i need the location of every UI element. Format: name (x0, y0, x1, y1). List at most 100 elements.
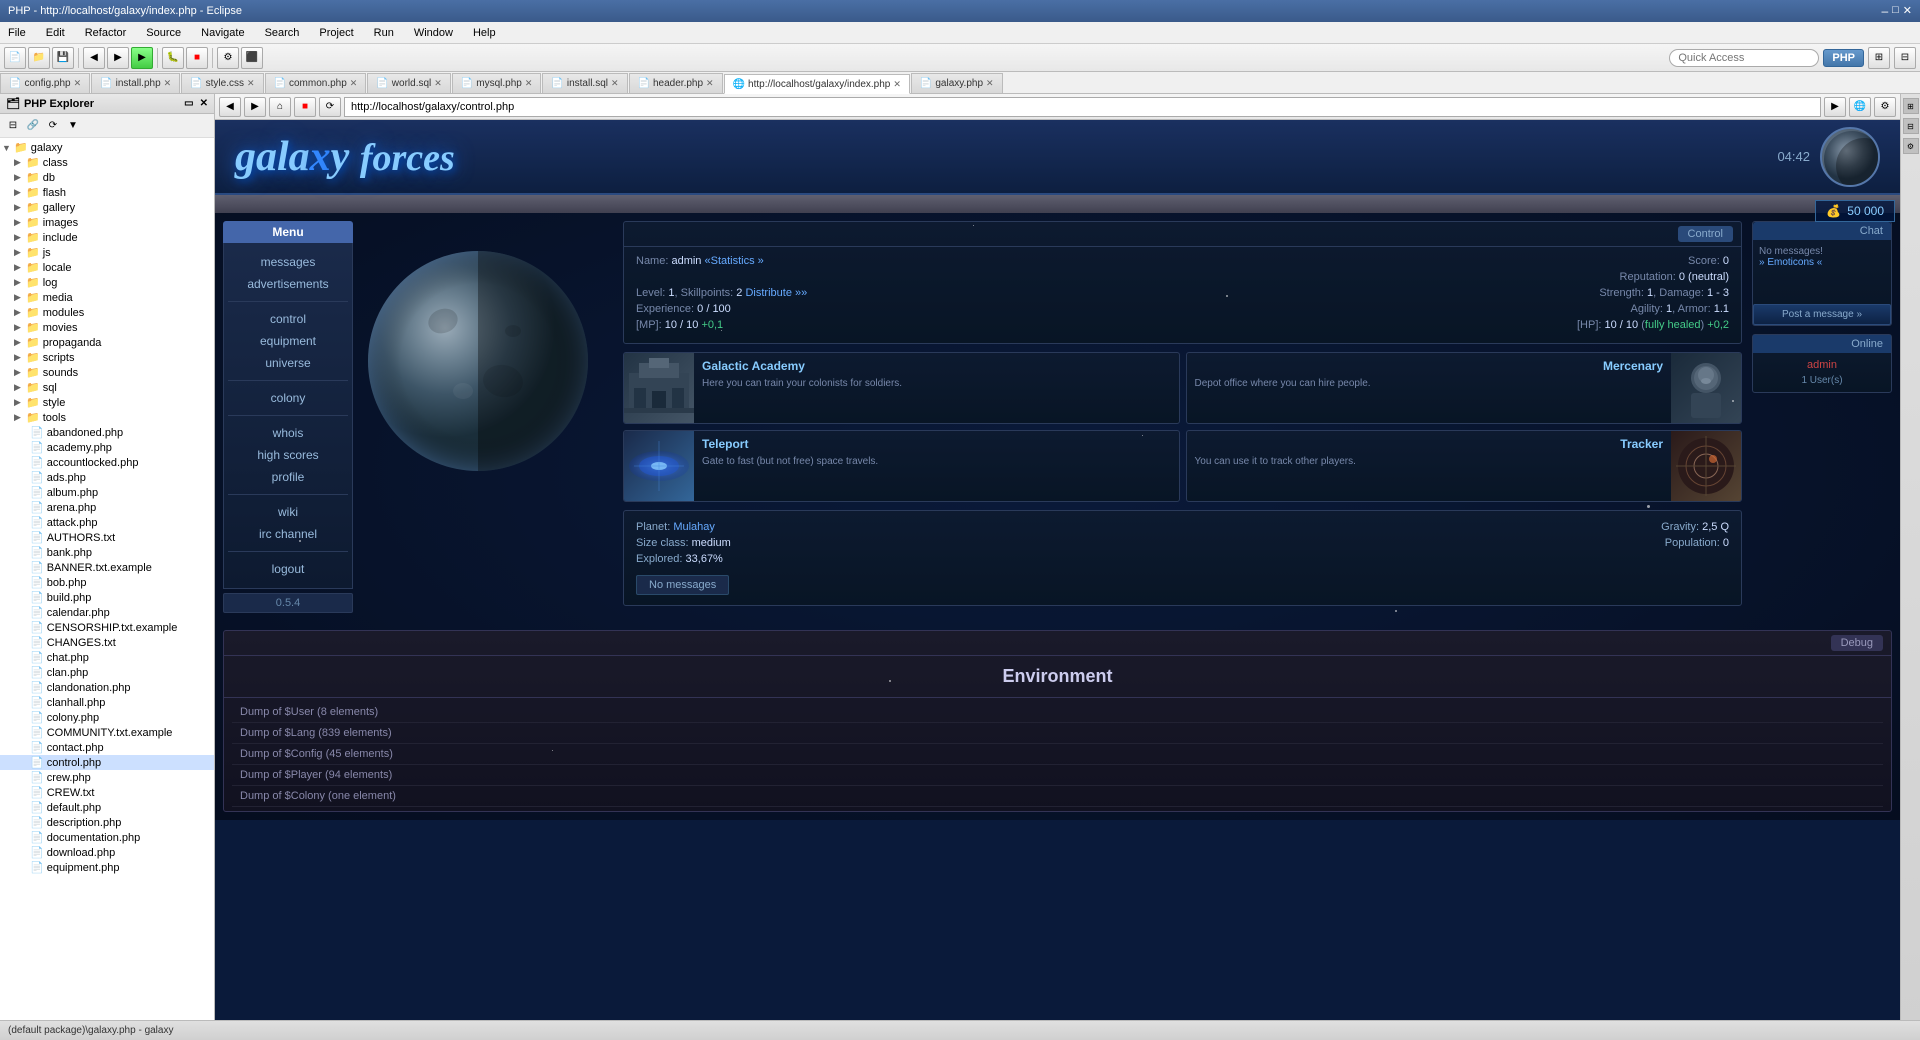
close-btn[interactable]: ✕ (1903, 4, 1912, 18)
tab-world-close[interactable]: ✕ (434, 78, 442, 89)
browser-back-btn[interactable]: ◀ (219, 97, 241, 117)
tree-file-download[interactable]: 📄 download.php (0, 845, 214, 860)
stop-btn[interactable]: ■ (186, 47, 208, 69)
menu-high-scores[interactable]: high scores (228, 444, 348, 466)
tree-file-accountlocked[interactable]: 📄 accountlocked.php (0, 455, 214, 470)
menu-project[interactable]: Project (315, 25, 357, 41)
menu-colony[interactable]: colony (228, 387, 348, 409)
post-message-btn[interactable]: Post a message » (1753, 304, 1891, 325)
tree-file-documentation[interactable]: 📄 documentation.php (0, 830, 214, 845)
tree-file-academy[interactable]: 📄 academy.php (0, 440, 214, 455)
tab-style-close[interactable]: ✕ (247, 78, 255, 89)
menu-window[interactable]: Window (410, 25, 457, 41)
minimize-btn[interactable]: – (1881, 4, 1888, 18)
menu-search[interactable]: Search (261, 25, 304, 41)
tree-folder-sql[interactable]: ▶ 📁 sql (0, 380, 214, 395)
tab-common-php[interactable]: 📄 common.php ✕ (265, 73, 367, 93)
module-card-teleport[interactable]: Teleport Gate to fast (but not free) spa… (623, 430, 1180, 502)
tab-galaxy-close[interactable]: ✕ (986, 78, 994, 89)
browser-open-btn[interactable]: 🌐 (1849, 97, 1871, 117)
quick-access-input[interactable] (1669, 49, 1819, 67)
distribute-link[interactable]: Distribute »» (745, 287, 807, 299)
tab-mysql-php[interactable]: 📄 mysql.php ✕ (452, 73, 542, 93)
minimize-panel-btn[interactable]: ▭ (184, 98, 193, 109)
right-bar-btn-2[interactable]: ⊟ (1903, 118, 1919, 134)
tab-config-close[interactable]: ✕ (74, 78, 82, 89)
open-btn[interactable]: 📁 (28, 47, 50, 69)
tree-file-abandoned[interactable]: 📄 abandoned.php (0, 425, 214, 440)
tree-file-attack[interactable]: 📄 attack.php (0, 515, 214, 530)
tab-index-close[interactable]: ✕ (893, 79, 901, 90)
tab-header-php[interactable]: 📄 header.php ✕ (629, 73, 723, 93)
menu-edit[interactable]: Edit (42, 25, 69, 41)
tree-file-community[interactable]: 📄 COMMUNITY.txt.example (0, 725, 214, 740)
tree-folder-movies[interactable]: ▶ 📁 movies (0, 320, 214, 335)
tool1-btn[interactable]: ⚙ (217, 47, 239, 69)
perspective-btn[interactable]: ⊞ (1868, 47, 1890, 69)
menu-refactor[interactable]: Refactor (81, 25, 131, 41)
tool2-btn[interactable]: ⬛ (241, 47, 263, 69)
right-bar-btn-3[interactable]: ⚙ (1903, 138, 1919, 154)
tree-file-default[interactable]: 📄 default.php (0, 800, 214, 815)
browser-stop-btn[interactable]: ■ (294, 97, 316, 117)
tab-header-close[interactable]: ✕ (706, 78, 714, 89)
tree-root-galaxy[interactable]: ▼ 📁 galaxy (0, 140, 214, 155)
chat-emoticons-link[interactable]: » Emoticons « (1759, 257, 1885, 268)
tree-file-crew[interactable]: 📄 crew.php (0, 770, 214, 785)
debug-btn[interactable]: 🐛 (162, 47, 184, 69)
tree-folder-db[interactable]: ▶ 📁 db (0, 170, 214, 185)
planet-name-link[interactable]: Mulahay (673, 521, 715, 533)
tab-mysql-close[interactable]: ✕ (525, 78, 533, 89)
tree-file-crewtxt[interactable]: 📄 CREW.txt (0, 785, 214, 800)
tab-config-php[interactable]: 📄 config.php ✕ (0, 73, 90, 93)
browser-go-btn[interactable]: ▶ (1824, 97, 1846, 117)
tab-world-sql[interactable]: 📄 world.sql ✕ (367, 73, 450, 93)
forward-btn[interactable]: ▶ (107, 47, 129, 69)
tree-file-equipment[interactable]: 📄 equipment.php (0, 860, 214, 875)
tree-folder-gallery[interactable]: ▶ 📁 gallery (0, 200, 214, 215)
tree-folder-class[interactable]: ▶ 📁 class (0, 155, 214, 170)
run-btn[interactable]: ▶ (131, 47, 153, 69)
tree-file-build[interactable]: 📄 build.php (0, 590, 214, 605)
menu-control[interactable]: control (228, 308, 348, 330)
tree-file-banner[interactable]: 📄 BANNER.txt.example (0, 560, 214, 575)
tree-file-calendar[interactable]: 📄 calendar.php (0, 605, 214, 620)
tree-file-authors[interactable]: 📄 AUTHORS.txt (0, 530, 214, 545)
tree-file-clanhall[interactable]: 📄 clanhall.php (0, 695, 214, 710)
menu-whois[interactable]: whois (228, 422, 348, 444)
tree-folder-sounds[interactable]: ▶ 📁 sounds (0, 365, 214, 380)
tree-folder-modules[interactable]: ▶ 📁 modules (0, 305, 214, 320)
module-card-tracker[interactable]: Tracker You can use it to track other pl… (1186, 430, 1743, 502)
menu-source[interactable]: Source (142, 25, 185, 41)
debug-row-lang[interactable]: Dump of $Lang (839 elements) (232, 723, 1883, 744)
tree-folder-log[interactable]: ▶ 📁 log (0, 275, 214, 290)
debug-row-colony[interactable]: Dump of $Colony (one element) (232, 786, 1883, 807)
debug-row-user[interactable]: Dump of $User (8 elements) (232, 702, 1883, 723)
tab-galaxy-php[interactable]: 📄 galaxy.php ✕ (911, 73, 1003, 93)
tab-style-css[interactable]: 📄 style.css ✕ (181, 73, 263, 93)
browser-settings-btn[interactable]: ⚙ (1874, 97, 1896, 117)
back-btn[interactable]: ◀ (83, 47, 105, 69)
tab-install-close[interactable]: ✕ (164, 78, 172, 89)
sync-btn[interactable]: ⟳ (44, 117, 62, 135)
tree-file-contact[interactable]: 📄 contact.php (0, 740, 214, 755)
save-btn[interactable]: 💾 (52, 47, 74, 69)
tree-file-clandonation[interactable]: 📄 clandonation.php (0, 680, 214, 695)
tree-file-clan[interactable]: 📄 clan.php (0, 665, 214, 680)
tree-folder-images[interactable]: ▶ 📁 images (0, 215, 214, 230)
tab-index-php[interactable]: 🌐 http://localhost/galaxy/index.php ✕ (724, 74, 910, 94)
tree-file-description[interactable]: 📄 description.php (0, 815, 214, 830)
menu-file[interactable]: File (4, 25, 30, 41)
php-perspective-btn[interactable]: PHP (1823, 49, 1864, 67)
menu-irc[interactable]: irc channel (228, 523, 348, 545)
menu-navigate[interactable]: Navigate (197, 25, 248, 41)
browser-home-btn[interactable]: ⌂ (269, 97, 291, 117)
view-btn[interactable]: ⊟ (1894, 47, 1916, 69)
tree-file-control[interactable]: 📄 control.php (0, 755, 214, 770)
tab-install-php[interactable]: 📄 install.php ✕ (91, 73, 180, 93)
close-panel-btn[interactable]: ✕ (200, 98, 208, 109)
tree-folder-tools[interactable]: ▶ 📁 tools (0, 410, 214, 425)
tree-file-changes[interactable]: 📄 CHANGES.txt (0, 635, 214, 650)
tree-file-bob[interactable]: 📄 bob.php (0, 575, 214, 590)
stats-link[interactable]: «Statistics » (705, 255, 764, 267)
